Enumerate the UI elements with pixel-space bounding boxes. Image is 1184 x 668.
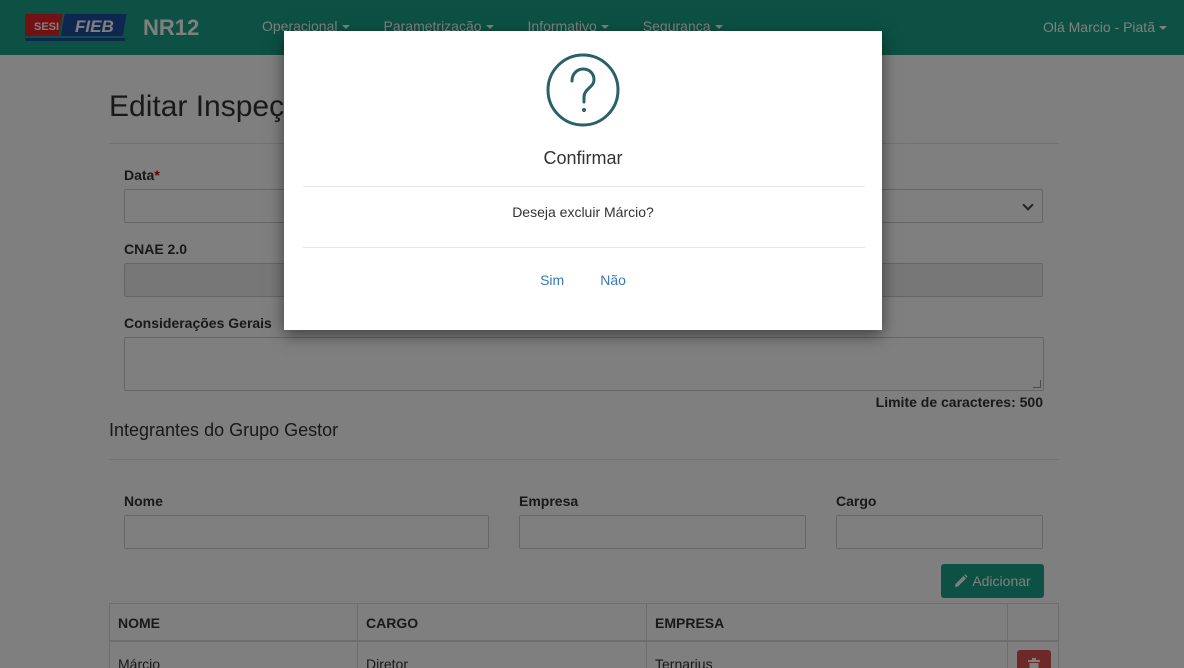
divider — [303, 247, 865, 248]
divider — [303, 186, 865, 187]
confirm-dialog: Confirmar Deseja excluir Márcio? Sim Não — [284, 31, 882, 330]
dialog-title: Confirmar — [543, 148, 623, 168]
confirm-yes-button[interactable]: Sim — [528, 272, 576, 288]
dialog-actions: Sim Não — [284, 272, 882, 288]
confirm-no-button[interactable]: Não — [588, 272, 638, 288]
question-circle-icon — [546, 53, 620, 127]
dialog-message: Deseja excluir Márcio? — [512, 204, 654, 220]
